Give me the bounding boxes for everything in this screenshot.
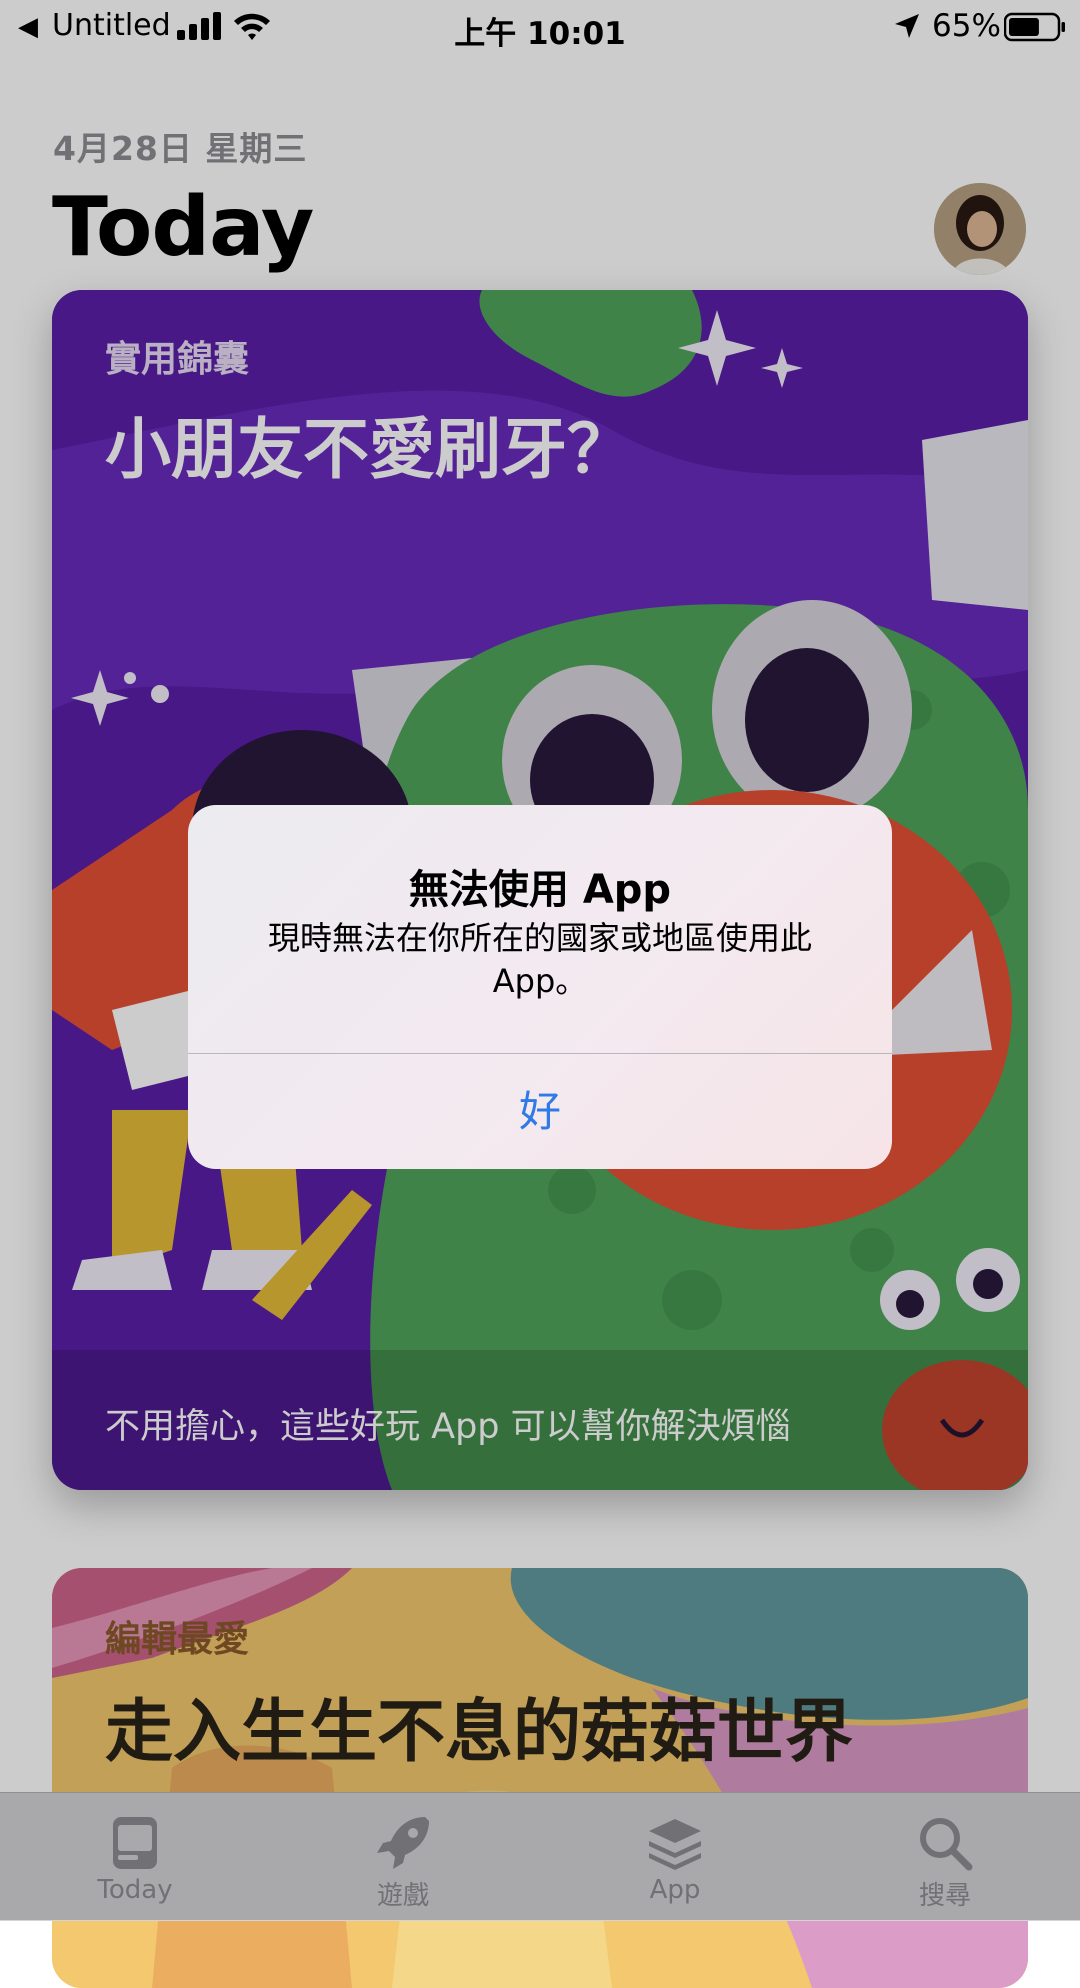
alert-dialog: 無法使用 App 現時無法在你所在的國家或地區使用此 App。 好 — [188, 805, 892, 1169]
alert-ok-button[interactable]: 好 — [188, 1054, 892, 1169]
alert-title: 無法使用 App — [408, 867, 672, 913]
alert-message: 現時無法在你所在的國家或地區使用此 App。 — [267, 919, 812, 1000]
